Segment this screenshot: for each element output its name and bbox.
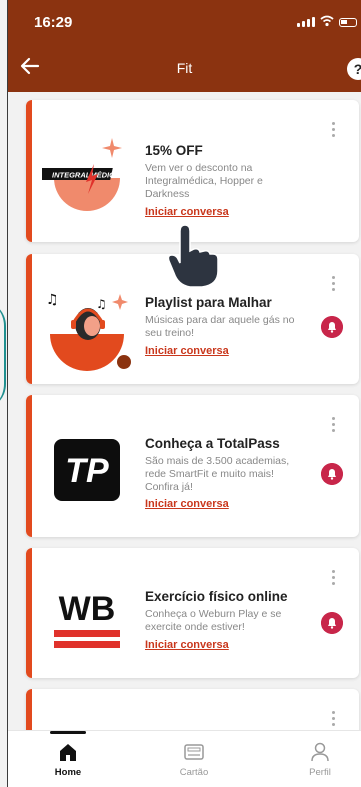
pointing-hand-cursor-icon xyxy=(167,225,219,288)
start-conversation-link[interactable]: Iniciar conversa xyxy=(145,206,229,218)
offer-card[interactable]: INTEGRALMÉDICA 15% OFF Vem ver o descont… xyxy=(26,100,359,242)
card-description: Vem ver o desconto na Integralmédica, Ho… xyxy=(145,162,263,200)
status-time: 16:29 xyxy=(34,14,73,31)
start-conversation-link[interactable]: Iniciar conversa xyxy=(145,639,229,651)
decorative-teal-arc xyxy=(0,300,6,410)
start-conversation-link[interactable]: Iniciar conversa xyxy=(145,345,229,357)
card-icon xyxy=(184,744,204,760)
card-title: Exercício físico online xyxy=(145,589,288,604)
cellular-signal-icon xyxy=(297,17,315,27)
card-accent-stripe xyxy=(26,100,32,242)
svg-text:INTEGRALMÉDICA: INTEGRALMÉDICA xyxy=(52,171,120,180)
active-tab-indicator xyxy=(50,731,86,734)
tab-label: Perfil xyxy=(309,767,331,778)
card-more-menu-icon[interactable] xyxy=(331,570,337,586)
svg-text:♫: ♫ xyxy=(46,292,59,308)
battery-icon xyxy=(339,18,357,27)
offer-card[interactable]: WB Exercício físico online Conheça o Web… xyxy=(26,548,359,678)
weburn-logo-icon: WB xyxy=(54,590,120,648)
notification-bell-icon[interactable] xyxy=(321,463,343,485)
card-more-menu-icon[interactable] xyxy=(331,122,337,138)
card-title: Conheça a TotalPass xyxy=(145,436,280,451)
tab-label: Cartão xyxy=(179,767,209,778)
tab-label: Home xyxy=(54,767,82,778)
card-more-menu-icon[interactable] xyxy=(331,276,337,292)
status-bar: 16:29 xyxy=(8,0,361,40)
card-description: Músicas para dar aquele gás no seu trein… xyxy=(145,314,295,339)
tab-home[interactable]: Home xyxy=(28,731,108,787)
offer-card[interactable] xyxy=(26,689,359,732)
card-accent-stripe xyxy=(26,254,32,384)
card-title: 15% OFF xyxy=(145,143,203,158)
app-bar: Fit ? xyxy=(8,40,361,92)
start-conversation-link[interactable]: Iniciar conversa xyxy=(145,498,229,510)
weburn-logo-text: WB xyxy=(59,590,116,628)
home-icon xyxy=(60,744,76,761)
card-accent-stripe xyxy=(26,395,32,537)
offers-list: INTEGRALMÉDICA 15% OFF Vem ver o descont… xyxy=(8,92,361,732)
tab-cartao[interactable]: Cartão xyxy=(154,731,234,787)
tab-perfil[interactable]: Perfil xyxy=(280,731,360,787)
page-title: Fit xyxy=(176,60,193,76)
bottom-tab-bar: Home Cartão Perfil xyxy=(8,730,361,787)
help-button[interactable]: ? xyxy=(347,58,361,80)
card-description: Conheça o Weburn Play e se exercite onde… xyxy=(145,608,282,633)
totalpass-logo-text: TP xyxy=(65,452,109,490)
svg-text:♫: ♫ xyxy=(96,297,107,311)
app-screen: 16:29 Fit ? IN xyxy=(0,0,361,787)
totalpass-logo-icon: TP xyxy=(54,439,120,501)
card-accent-stripe xyxy=(26,689,32,732)
notification-bell-icon[interactable] xyxy=(321,612,343,634)
notification-bell-icon[interactable] xyxy=(321,316,343,338)
wifi-icon xyxy=(320,15,334,27)
card-more-menu-icon[interactable] xyxy=(331,711,337,727)
status-icons xyxy=(297,15,357,27)
card-description: São mais de 3.500 academias, rede SmartF… xyxy=(145,455,290,493)
card-more-menu-icon[interactable] xyxy=(331,417,337,433)
card-accent-stripe xyxy=(26,548,32,678)
integralmedica-logo-icon: INTEGRALMÉDICA xyxy=(42,138,122,211)
playlist-headphones-icon: ♫ ♫ xyxy=(46,292,131,371)
person-icon xyxy=(311,742,329,762)
offer-card[interactable]: TP Conheça a TotalPass São mais de 3.500… xyxy=(26,395,359,537)
card-title: Playlist para Malhar xyxy=(145,295,272,310)
